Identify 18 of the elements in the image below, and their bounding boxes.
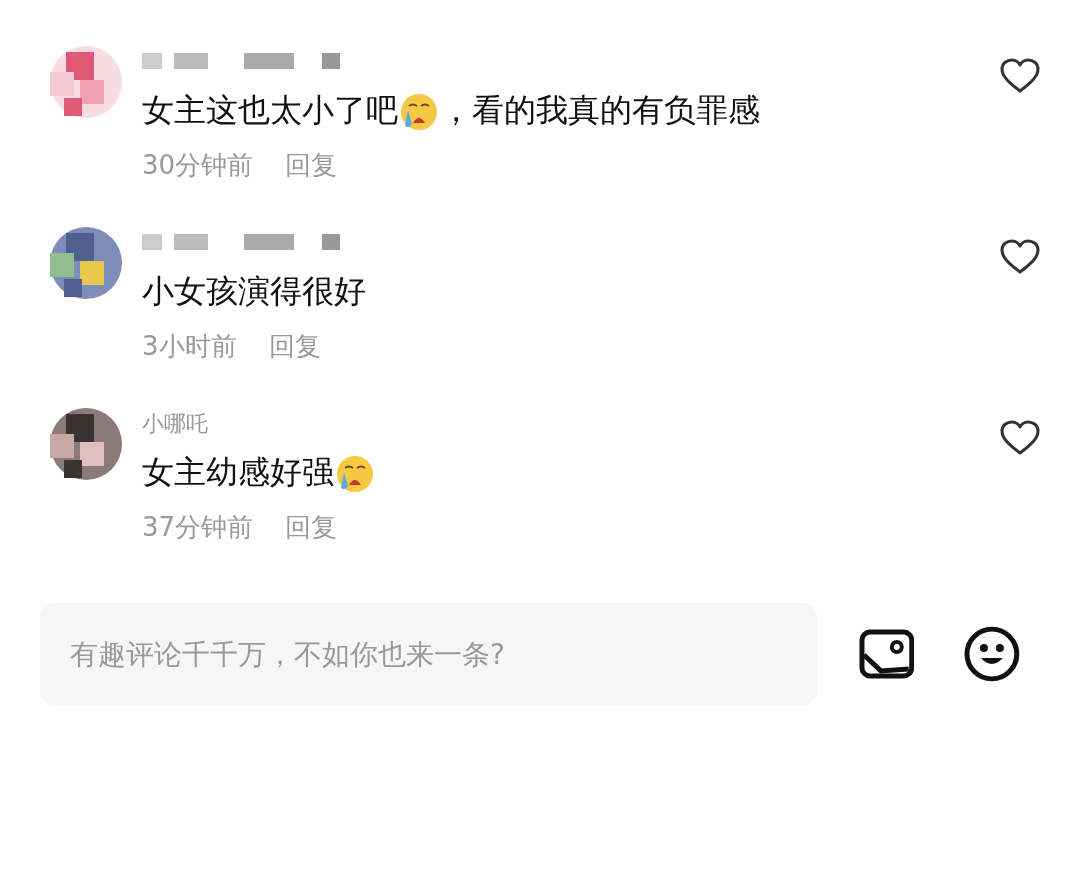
timestamp: 30分钟前 bbox=[142, 149, 254, 182]
heart-icon[interactable] bbox=[1000, 239, 1040, 275]
crying-face-icon bbox=[400, 93, 438, 131]
heart-icon[interactable] bbox=[1000, 58, 1040, 94]
comment-text: 女主这也太小了吧 ，看的我真的有负罪感 bbox=[142, 90, 761, 132]
heart-icon[interactable] bbox=[1000, 420, 1040, 456]
crying-face-icon bbox=[336, 455, 374, 493]
comment-input[interactable]: 有趣评论千千万，不如你也来一条? bbox=[40, 603, 817, 705]
image-icon[interactable] bbox=[858, 629, 915, 679]
reply-link[interactable]: 回复 bbox=[285, 508, 338, 547]
timestamp: 37分钟前 bbox=[142, 511, 254, 544]
reply-link[interactable]: 回复 bbox=[285, 146, 338, 185]
comment-text: 女主幼感好强 bbox=[142, 450, 1000, 494]
smiley-icon[interactable] bbox=[964, 626, 1020, 682]
username[interactable]: 小哪吒 bbox=[142, 406, 208, 440]
timestamp: 3小时前 bbox=[142, 330, 237, 363]
reply-link[interactable]: 回复 bbox=[268, 327, 321, 366]
comment-text: 小女孩演得很好 bbox=[142, 271, 367, 312]
